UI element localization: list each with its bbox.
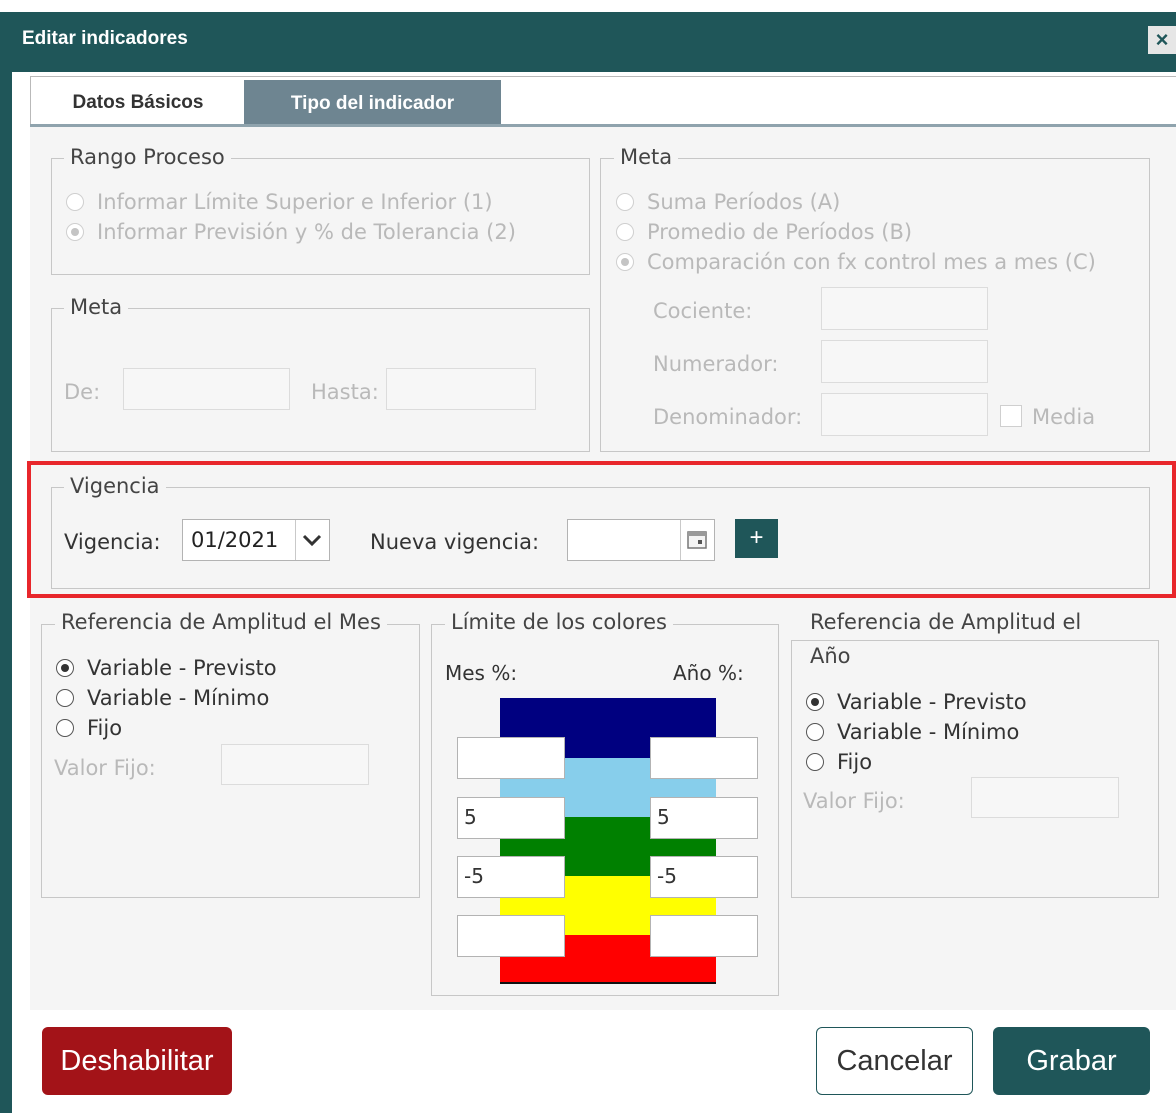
disable-button[interactable]: Deshabilitar <box>42 1027 232 1095</box>
meta-hasta-input <box>386 368 536 410</box>
mes-limit-input-1[interactable] <box>457 737 565 779</box>
media-label: Media <box>1032 405 1096 429</box>
denominador-label: Denominador: <box>653 405 803 429</box>
limite-colores-legend: Límite de los colores <box>445 610 673 634</box>
ano-limit-input-1[interactable] <box>650 737 758 779</box>
mes-valor-fijo-label: Valor Fijo: <box>54 756 156 780</box>
radio-label-ano-fijo: Fijo <box>837 750 873 774</box>
ano-limit-input-3[interactable]: -5 <box>650 856 758 898</box>
numerador-input <box>821 340 988 383</box>
radio-mes-variable-minimo[interactable] <box>56 689 74 707</box>
ano-limit-input-4[interactable] <box>650 915 758 957</box>
meta-hasta-label: Hasta: <box>311 380 379 404</box>
radio-comparacion-fx <box>616 253 634 271</box>
radio-ano-variable-previsto[interactable] <box>806 693 824 711</box>
radio-label-mes-fijo: Fijo <box>87 716 123 740</box>
radio-limite-superior-inferior <box>66 193 84 211</box>
radio-mes-variable-previsto[interactable] <box>56 659 74 677</box>
ref-ano-legend-line1: Referencia de Amplitud el <box>804 610 1088 634</box>
radio-label-ano-minimo: Variable - Mínimo <box>837 720 1020 744</box>
radio-ano-fijo[interactable] <box>806 753 824 771</box>
meta-right-legend: Meta <box>614 145 679 169</box>
ref-mes-legend: Referencia de Amplitud el Mes <box>55 610 387 634</box>
cancel-button[interactable]: Cancelar <box>816 1027 973 1095</box>
radio-ano-variable-minimo[interactable] <box>806 723 824 741</box>
meta-de-label: De: <box>64 380 101 404</box>
radio-label-mes-previsto: Variable - Previsto <box>87 656 277 680</box>
media-checkbox <box>1000 405 1022 427</box>
radio-label-comparacion: Comparación con fx control mes a mes (C) <box>647 250 1096 274</box>
dialog-title: Editar indicadores <box>22 28 188 49</box>
radio-prevision-tolerancia <box>66 223 84 241</box>
save-button[interactable]: Grabar <box>993 1027 1150 1095</box>
mes-limit-input-2[interactable]: 5 <box>457 797 565 839</box>
radio-label-promedio: Promedio de Períodos (B) <box>647 220 913 244</box>
rango-proceso-legend: Rango Proceso <box>64 145 231 169</box>
radio-promedio-periodos <box>616 223 634 241</box>
rango-proceso-group <box>51 158 590 275</box>
radio-label-mes-minimo: Variable - Mínimo <box>87 686 270 710</box>
mes-valor-fijo-input <box>221 744 369 785</box>
tab-tipo-indicador[interactable]: Tipo del indicador <box>244 80 501 126</box>
cociente-label: Cociente: <box>653 299 753 323</box>
radio-label-limite: Informar Límite Superior e Inferior (1) <box>97 190 493 214</box>
numerador-label: Numerador: <box>653 352 779 376</box>
ano-percent-label: Año %: <box>673 661 744 685</box>
radio-label-prevision: Informar Previsión y % de Tolerancia (2) <box>97 220 516 244</box>
tab-datos-basicos[interactable]: Datos Básicos <box>32 80 244 126</box>
ref-ano-legend-line2: Año <box>804 644 857 668</box>
radio-suma-periodos <box>616 193 634 211</box>
close-icon[interactable]: × <box>1148 26 1176 54</box>
mes-limit-input-4[interactable] <box>457 915 565 957</box>
meta-de-input <box>123 368 290 410</box>
denominador-input <box>821 393 988 436</box>
cociente-input <box>821 287 988 330</box>
meta-left-legend: Meta <box>64 295 129 319</box>
highlight-box <box>27 461 1176 598</box>
mes-limit-input-3[interactable]: -5 <box>457 856 565 898</box>
radio-mes-fijo[interactable] <box>56 719 74 737</box>
ano-limit-input-2[interactable]: 5 <box>650 797 758 839</box>
radio-label-ano-previsto: Variable - Previsto <box>837 690 1027 714</box>
radio-label-suma: Suma Períodos (A) <box>647 190 841 214</box>
ano-valor-fijo-label: Valor Fijo: <box>803 789 905 813</box>
ano-valor-fijo-input <box>971 777 1119 818</box>
mes-percent-label: Mes %: <box>445 661 518 685</box>
